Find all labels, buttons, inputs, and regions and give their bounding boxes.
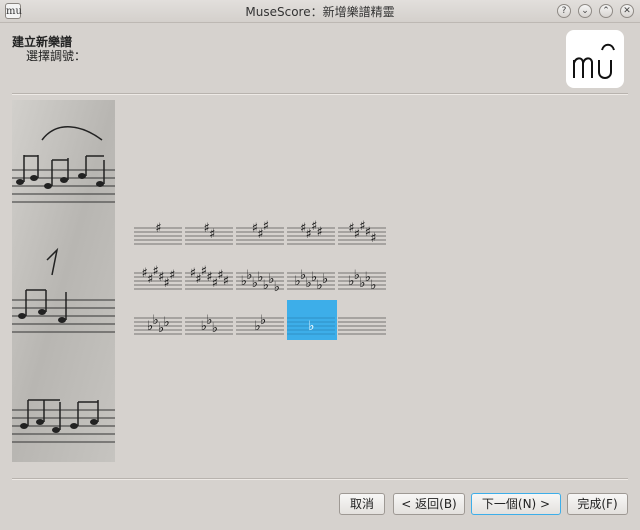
- next-button[interactable]: 下一個(N) >: [471, 493, 561, 515]
- key-signature-5-flats[interactable]: ♭ ♭ ♭ ♭ ♭: [338, 255, 388, 295]
- sharp-icon: ♯: [209, 227, 215, 242]
- flat-icon: ♭: [164, 315, 170, 330]
- key-signature-2-sharps[interactable]: ♯ ♯: [185, 210, 235, 250]
- sharp-icon: ♯: [370, 231, 376, 246]
- footer-divider: [12, 478, 628, 480]
- key-signature-1-sharp[interactable]: ♯: [134, 210, 184, 250]
- title-bar: mu MuseScore：新增樂譜精靈 ? ⌄ ⌃ ✕: [0, 0, 640, 23]
- key-signature-c-major[interactable]: [338, 300, 388, 340]
- cancel-button[interactable]: 取消: [339, 493, 385, 515]
- window-title: MuseScore：新增樂譜精靈: [245, 5, 395, 19]
- key-signature-3-flats[interactable]: ♭ ♭ ♭: [185, 300, 235, 340]
- flat-icon: ♭: [308, 319, 314, 334]
- key-signature-4-sharps[interactable]: ♯ ♯ ♯ ♯: [287, 210, 337, 250]
- flat-icon: ♭: [274, 280, 280, 295]
- key-signature-7-flats[interactable]: ♭ ♭ ♭ ♭ ♭ ♭ ♭: [236, 255, 286, 295]
- key-signature-2-flats[interactable]: ♭ ♭: [236, 300, 286, 340]
- help-button[interactable]: ?: [557, 4, 571, 18]
- key-signature-4-flats[interactable]: ♭ ♭ ♭ ♭: [134, 300, 184, 340]
- flat-icon: ♭: [212, 321, 218, 336]
- key-signature-1-flat[interactable]: ♭: [287, 300, 337, 340]
- maximize-button[interactable]: ⌃: [599, 4, 613, 18]
- sharp-icon: ♯: [263, 219, 269, 234]
- page-subtitle: 選擇調號：: [26, 49, 87, 63]
- sharp-icon: ♯: [169, 268, 175, 283]
- key-signature-6-sharps[interactable]: ♯ ♯ ♯ ♯ ♯ ♯: [134, 255, 184, 295]
- flat-icon: ♭: [322, 272, 328, 287]
- sheet-music-image: [12, 100, 115, 462]
- musescore-logo-icon: [566, 30, 624, 88]
- flat-icon: ♭: [260, 313, 266, 328]
- sharp-icon: ♯: [155, 221, 161, 236]
- key-signature-5-sharps[interactable]: ♯ ♯ ♯ ♯ ♯: [338, 210, 388, 250]
- close-button[interactable]: ✕: [620, 4, 634, 18]
- minimize-button[interactable]: ⌄: [578, 4, 592, 18]
- header-divider: [12, 93, 628, 95]
- key-signature-6-flats[interactable]: ♭ ♭ ♭ ♭ ♭ ♭: [287, 255, 337, 295]
- sharp-icon: ♯: [223, 274, 229, 289]
- flat-icon: ♭: [370, 278, 376, 293]
- finish-button[interactable]: 完成(F): [567, 493, 628, 515]
- sharp-icon: ♯: [317, 225, 323, 240]
- back-button[interactable]: < 返回(B): [393, 493, 465, 515]
- key-signature-7-sharps[interactable]: ♯ ♯ ♯ ♯ ♯ ♯ ♯: [185, 255, 235, 295]
- key-signature-3-sharps[interactable]: ♯ ♯ ♯: [236, 210, 286, 250]
